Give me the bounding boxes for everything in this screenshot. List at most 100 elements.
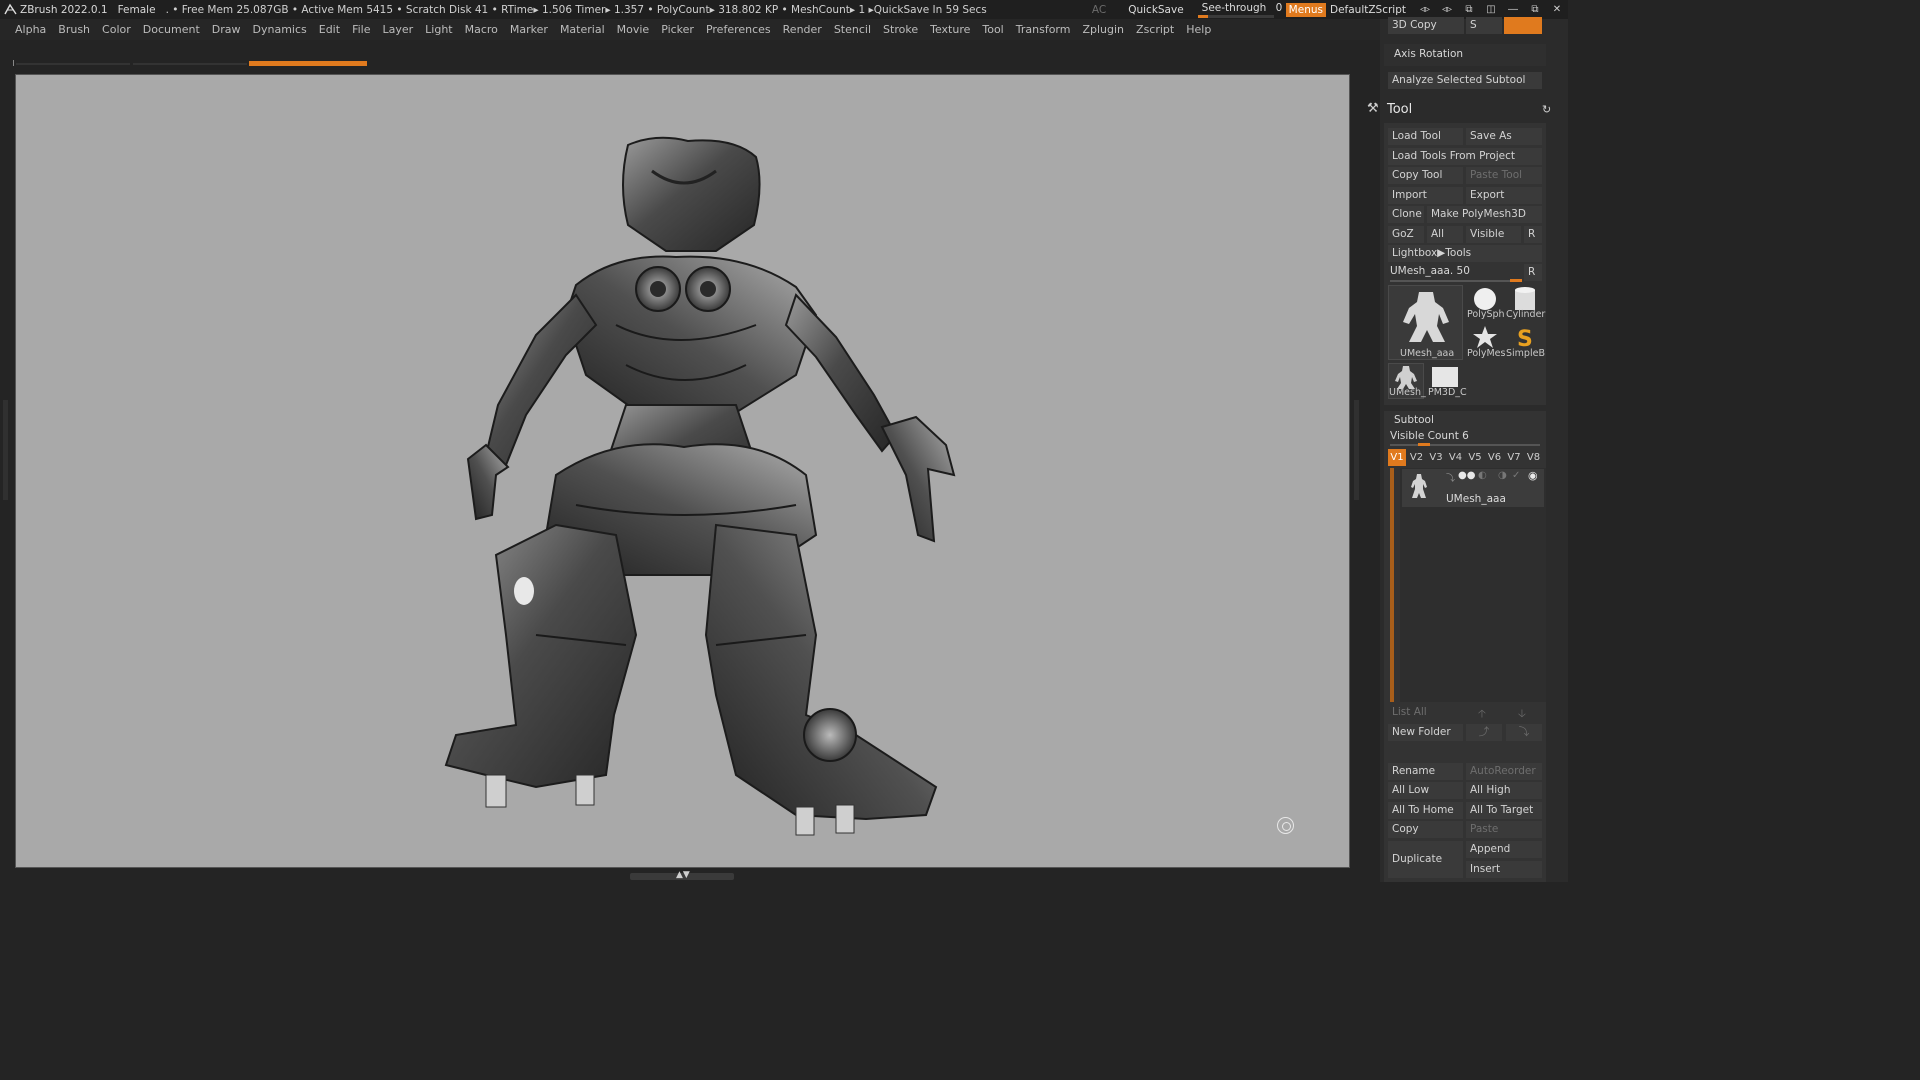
subtool-tab-v1[interactable]: V1 bbox=[1388, 449, 1406, 466]
subtool-tab-v4[interactable]: V4 bbox=[1447, 449, 1465, 466]
menu-marker[interactable]: Marker bbox=[510, 23, 548, 36]
load-tools-from-project-button[interactable]: Load Tools From Project bbox=[1388, 148, 1542, 165]
menu-stencil[interactable]: Stencil bbox=[834, 23, 871, 36]
menu-preferences[interactable]: Preferences bbox=[706, 23, 771, 36]
subtool-tab-v3[interactable]: V3 bbox=[1427, 449, 1445, 466]
goz-visible-button[interactable]: Visible bbox=[1466, 226, 1521, 243]
all-low-button[interactable]: All Low bbox=[1388, 782, 1463, 799]
viewport-canvas[interactable] bbox=[15, 74, 1350, 868]
append-button[interactable]: Append bbox=[1466, 841, 1542, 858]
list-all-button[interactable]: List All bbox=[1388, 704, 1463, 721]
subtool-title[interactable]: Subtool bbox=[1394, 414, 1434, 426]
move-down-folder-icon[interactable]: ⤵ bbox=[1506, 724, 1542, 741]
menu-stroke[interactable]: Stroke bbox=[883, 23, 918, 36]
menu-alpha[interactable]: Alpha bbox=[15, 23, 46, 36]
subtool-scrollbar[interactable] bbox=[1390, 468, 1394, 702]
axis-rotation-label[interactable]: Axis Rotation bbox=[1394, 48, 1463, 60]
s-button[interactable]: S bbox=[1466, 17, 1502, 34]
visible-count-knob[interactable] bbox=[1418, 443, 1430, 446]
bottom-tray-handle[interactable]: ▲▼ bbox=[630, 870, 734, 880]
quicksave-button[interactable]: QuickSave bbox=[1128, 4, 1183, 16]
all-to-target-button[interactable]: All To Target bbox=[1466, 802, 1542, 819]
menu-draw[interactable]: Draw bbox=[212, 23, 241, 36]
insert-button[interactable]: Insert bbox=[1466, 861, 1542, 878]
subtool-dynamic-icon[interactable]: ✓ bbox=[1512, 470, 1520, 481]
clone-button[interactable]: Clone bbox=[1388, 206, 1424, 223]
subtool-tab-v8[interactable]: V8 bbox=[1525, 449, 1543, 466]
eye-icon[interactable]: ◉ bbox=[1528, 469, 1538, 482]
menu-macro[interactable]: Macro bbox=[465, 23, 498, 36]
current-tool-r-button[interactable]: R bbox=[1524, 264, 1542, 281]
see-through-slider[interactable]: See-through 0 bbox=[1196, 2, 1282, 18]
menu-tool[interactable]: Tool bbox=[982, 23, 1003, 36]
current-tool-slider-knob[interactable] bbox=[1510, 279, 1522, 282]
gizmo-icon[interactable] bbox=[1277, 817, 1294, 834]
goz-r-button[interactable]: R bbox=[1524, 226, 1542, 243]
move-up-folder-icon[interactable]: ⤴ bbox=[1466, 724, 1502, 741]
new-folder-button[interactable]: New Folder bbox=[1388, 724, 1463, 741]
menu-render[interactable]: Render bbox=[783, 23, 822, 36]
menu-zplugin[interactable]: Zplugin bbox=[1082, 23, 1124, 36]
menu-dynamics[interactable]: Dynamics bbox=[253, 23, 307, 36]
3d-copy-button[interactable]: 3D Copy bbox=[1388, 17, 1464, 34]
rename-button[interactable]: Rename bbox=[1388, 763, 1463, 780]
left-tray-handle[interactable] bbox=[3, 400, 8, 500]
right-tray-handle[interactable] bbox=[1354, 400, 1359, 500]
ac-label[interactable]: AC bbox=[1092, 4, 1106, 16]
menu-layer[interactable]: Layer bbox=[382, 23, 413, 36]
subtool-tab-v5[interactable]: V5 bbox=[1466, 449, 1484, 466]
paste-tool-button[interactable]: Paste Tool bbox=[1466, 167, 1542, 184]
analyze-subtool-button[interactable]: Analyze Selected Subtool bbox=[1388, 72, 1542, 89]
arrow-up-icon[interactable]: 🡡 bbox=[1478, 705, 1486, 724]
menu-file[interactable]: File bbox=[352, 23, 370, 36]
all-to-home-button[interactable]: All To Home bbox=[1388, 802, 1463, 819]
subtool-tab-v7[interactable]: V7 bbox=[1505, 449, 1523, 466]
subtool-item[interactable]: ⤵ ●● ◐ ◑ ✓ ◉ UMesh_aaa bbox=[1402, 469, 1544, 507]
subtool-polypaint-icon[interactable]: ◑ bbox=[1498, 470, 1507, 481]
visible-count-slider[interactable]: Visible Count 6 bbox=[1390, 430, 1469, 442]
goz-button[interactable]: GoZ bbox=[1388, 226, 1424, 243]
subtool-tab-v2[interactable]: V2 bbox=[1408, 449, 1426, 466]
menu-help[interactable]: Help bbox=[1186, 23, 1211, 36]
load-tool-button[interactable]: Load Tool bbox=[1388, 128, 1463, 145]
menu-edit[interactable]: Edit bbox=[319, 23, 340, 36]
subtool-brush-icon[interactable]: ⤵ bbox=[1446, 471, 1455, 484]
menu-zscript[interactable]: Zscript bbox=[1136, 23, 1174, 36]
see-through-knob[interactable] bbox=[1197, 14, 1208, 18]
menu-picker[interactable]: Picker bbox=[661, 23, 694, 36]
all-high-button[interactable]: All High bbox=[1466, 782, 1542, 799]
goz-all-button[interactable]: All bbox=[1427, 226, 1463, 243]
copy-subtool-button[interactable]: Copy bbox=[1388, 821, 1463, 838]
menu-movie[interactable]: Movie bbox=[617, 23, 650, 36]
arrow-down-icon[interactable]: 🡣 bbox=[1518, 705, 1526, 724]
orange-slot-button[interactable] bbox=[1504, 17, 1542, 34]
tab-strip-segment[interactable] bbox=[133, 63, 247, 65]
subtool-solo-icon[interactable]: ●● bbox=[1458, 470, 1475, 481]
default-script-button[interactable]: DefaultZScript bbox=[1330, 4, 1406, 16]
menu-material[interactable]: Material bbox=[560, 23, 605, 36]
subtool-tab-v6[interactable]: V6 bbox=[1486, 449, 1504, 466]
paste-subtool-button[interactable]: Paste bbox=[1466, 821, 1542, 838]
menu-light[interactable]: Light bbox=[425, 23, 452, 36]
subtool-mask-icon[interactable]: ◐ bbox=[1478, 470, 1487, 481]
tool-section-title[interactable]: Tool bbox=[1387, 102, 1412, 117]
copy-tool-button[interactable]: Copy Tool bbox=[1388, 167, 1463, 184]
make-polymesh3d-button[interactable]: Make PolyMesh3D bbox=[1427, 206, 1542, 223]
close-icon[interactable]: ✕ bbox=[1546, 0, 1568, 19]
menu-document[interactable]: Document bbox=[143, 23, 200, 36]
menu-texture[interactable]: Texture bbox=[930, 23, 970, 36]
current-tool-slider-label[interactable]: UMesh_aaa. 50 bbox=[1390, 265, 1470, 277]
menu-brush[interactable]: Brush bbox=[58, 23, 90, 36]
tab-strip-active-segment[interactable] bbox=[249, 61, 367, 66]
export-button[interactable]: Export bbox=[1466, 187, 1542, 204]
save-as-button[interactable]: Save As bbox=[1466, 128, 1542, 145]
lightbox-tools-button[interactable]: Lightbox▶Tools bbox=[1388, 245, 1542, 262]
tab-strip-segment[interactable] bbox=[16, 63, 130, 65]
import-button[interactable]: Import bbox=[1388, 187, 1463, 204]
autoreorder-button[interactable]: AutoReorder bbox=[1466, 763, 1542, 780]
duplicate-button[interactable]: Duplicate bbox=[1388, 841, 1463, 878]
refresh-icon[interactable]: ↻ bbox=[1542, 103, 1551, 116]
menus-button[interactable]: Menus bbox=[1285, 2, 1326, 17]
menu-transform[interactable]: Transform bbox=[1016, 23, 1071, 36]
menu-color[interactable]: Color bbox=[102, 23, 131, 36]
